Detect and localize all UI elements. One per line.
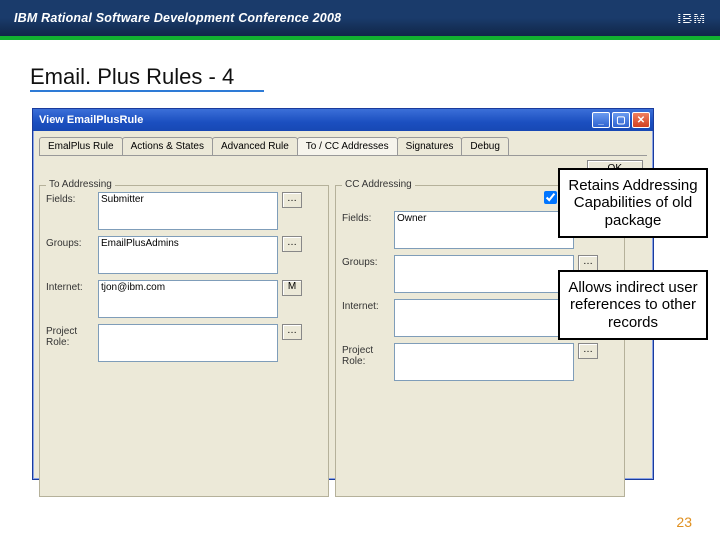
to-projectrole-label: Project Role:	[46, 324, 94, 348]
brand-bar: IBM Rational Software Development Confer…	[0, 0, 720, 40]
to-fields-list[interactable]: Submitter	[98, 192, 278, 230]
cc-internet-list[interactable]	[394, 299, 574, 337]
window-title: View EmailPlusRule	[39, 114, 143, 126]
to-fields-browse-button[interactable]: …	[282, 192, 302, 208]
ibm-logo: IBM	[677, 10, 706, 26]
minimize-button[interactable]: _	[592, 112, 610, 128]
to-groups-label: Groups:	[46, 236, 94, 249]
tab-advanced-rule[interactable]: Advanced Rule	[212, 137, 298, 155]
to-internet-label: Internet:	[46, 280, 94, 293]
tab-actions-states[interactable]: Actions & States	[122, 137, 213, 155]
to-projectrole-list[interactable]	[98, 324, 278, 362]
close-button[interactable]: ✕	[632, 112, 650, 128]
cc-projectrole-list[interactable]	[394, 343, 574, 381]
window-titlebar[interactable]: View EmailPlusRule _ ▢ ✕	[33, 109, 653, 131]
page-number: 23	[676, 514, 692, 530]
cc-actioner-checkbox[interactable]	[544, 191, 557, 204]
tab-signatures[interactable]: Signatures	[397, 137, 463, 155]
tab-to-cc-addresses[interactable]: To / CC Addresses	[297, 137, 398, 155]
cc-fields-list[interactable]: Owner	[394, 211, 574, 249]
tab-debug[interactable]: Debug	[461, 137, 508, 155]
cc-projectrole-browse-button[interactable]: …	[578, 343, 598, 359]
cc-projectrole-label: Project Role:	[342, 343, 390, 367]
to-groups-browse-button[interactable]: …	[282, 236, 302, 252]
to-fields-label: Fields:	[46, 192, 94, 205]
slide-title: Email. Plus Rules - 4	[30, 64, 264, 92]
group-to-addressing: To Addressing Fields: Submitter … Groups…	[39, 185, 329, 497]
cc-internet-label: Internet:	[342, 299, 390, 312]
brand-text: IBM Rational Software Development Confer…	[14, 11, 341, 25]
to-internet-edit-button[interactable]: M	[282, 280, 302, 296]
maximize-button[interactable]: ▢	[612, 112, 630, 128]
group-to-legend: To Addressing	[46, 179, 115, 190]
tab-emailplus-rule[interactable]: EmalPlus Rule	[39, 137, 123, 155]
group-cc-legend: CC Addressing	[342, 179, 415, 190]
cc-fields-label: Fields:	[342, 211, 390, 224]
to-projectrole-browse-button[interactable]: …	[282, 324, 302, 340]
tab-strip: EmalPlus Rule Actions & States Advanced …	[33, 131, 653, 155]
to-groups-list[interactable]: EmailPlusAdmins	[98, 236, 278, 274]
cc-groups-list[interactable]	[394, 255, 574, 293]
callout-indirect-references: Allows indirect user references to other…	[558, 270, 708, 340]
callout-retains-addressing: Retains Addressing Capabilities of old p…	[558, 168, 708, 238]
cc-groups-label: Groups:	[342, 255, 390, 268]
panel-area: To Addressing Fields: Submitter … Groups…	[39, 179, 647, 501]
cc-groups-browse-button[interactable]: …	[578, 255, 598, 271]
to-internet-list[interactable]: tjon@ibm.com	[98, 280, 278, 318]
